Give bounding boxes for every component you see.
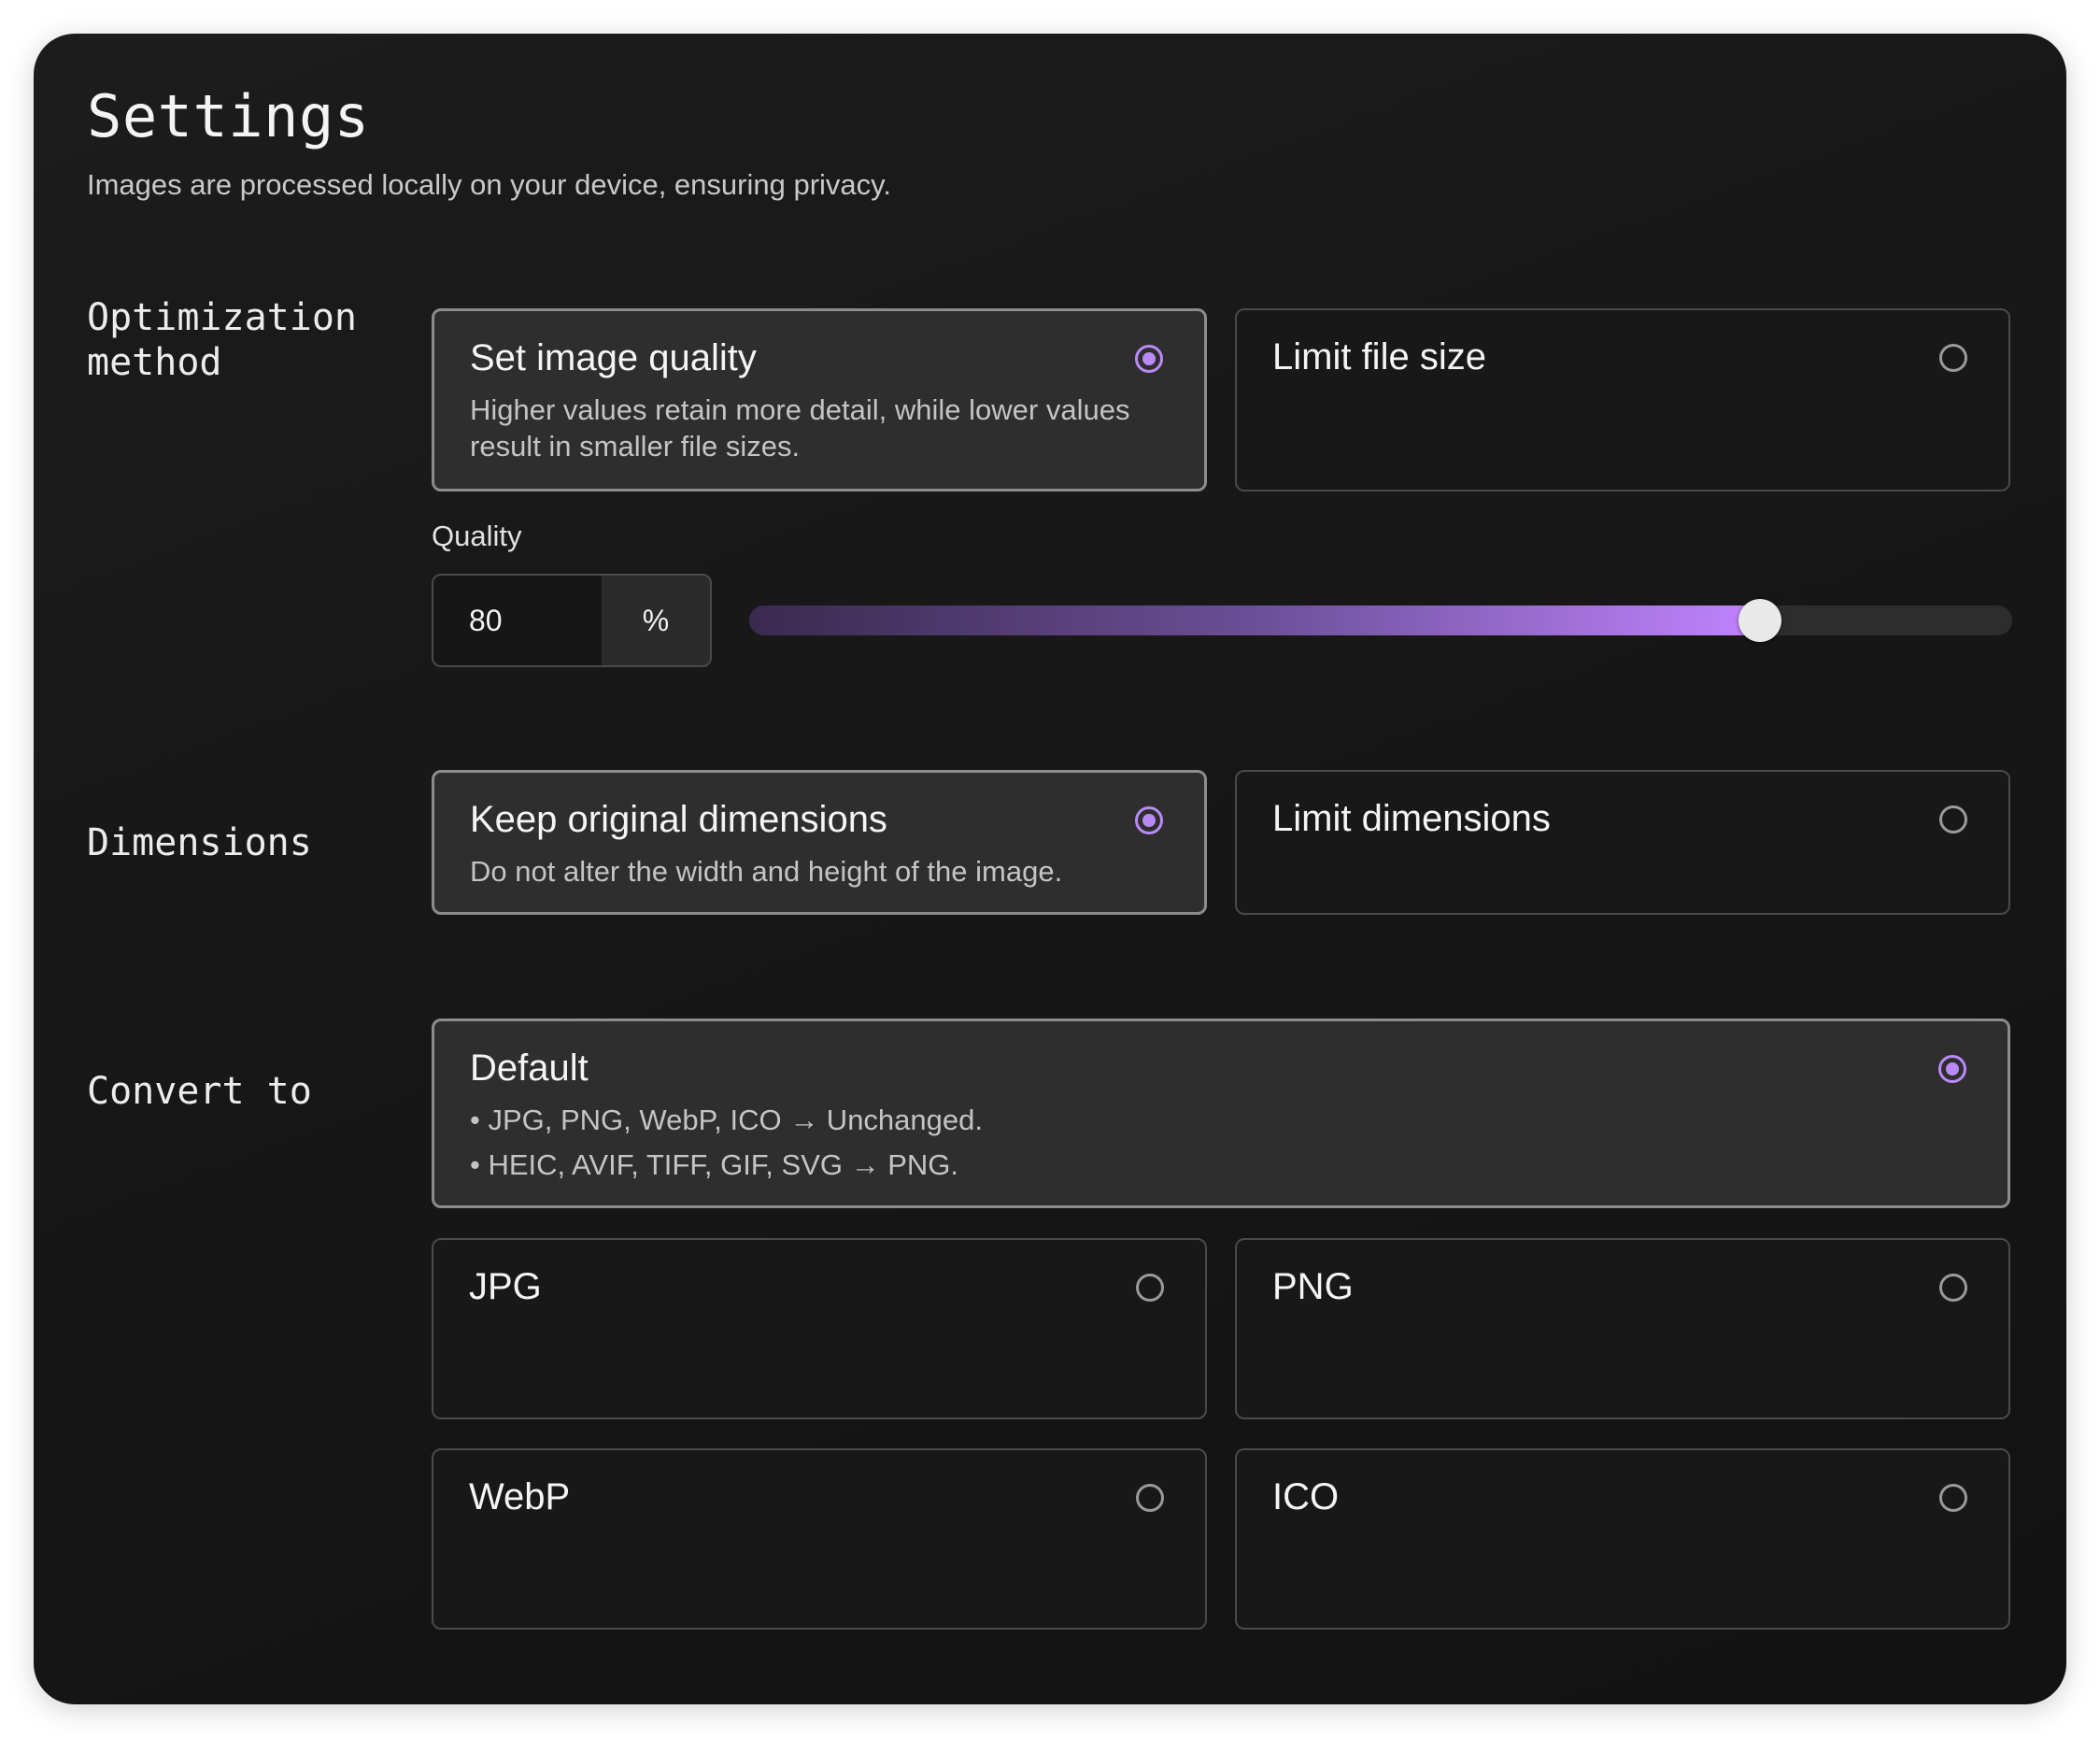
option-title: Limit file size [1272, 336, 1486, 378]
quality-slider-thumb[interactable] [1738, 599, 1781, 642]
convert-to-label: Convert to [87, 1070, 312, 1113]
optimization-label-line2: method [87, 341, 222, 384]
option-limit-dimensions[interactable]: Limit dimensions [1235, 770, 2010, 915]
option-convert-webp[interactable]: WebP [432, 1448, 1207, 1630]
option-title: Limit dimensions [1272, 798, 1551, 839]
option-title: Set image quality [470, 337, 757, 378]
radio-unselected-icon[interactable] [1136, 1484, 1164, 1512]
quality-field: % [432, 574, 712, 667]
optimization-method-label: Optimization method [87, 295, 357, 385]
radio-unselected-icon[interactable] [1136, 1274, 1164, 1302]
quality-unit: % [602, 576, 710, 665]
radio-unselected-icon[interactable] [1939, 805, 1967, 833]
radio-unselected-icon[interactable] [1939, 1484, 1967, 1512]
optimization-label-line1: Optimization [87, 296, 357, 339]
quality-slider[interactable] [749, 599, 2012, 642]
default-rule-line-2: • HEIC, AVIF, TIFF, GIF, SVG → PNG. [470, 1148, 959, 1181]
option-title: WebP [469, 1476, 571, 1517]
radio-unselected-icon[interactable] [1939, 1274, 1967, 1302]
radio-selected-icon[interactable] [1135, 345, 1163, 373]
settings-panel: Settings Images are processed locally on… [34, 34, 2066, 1704]
option-title: ICO [1272, 1476, 1340, 1517]
option-limit-file-size[interactable]: Limit file size [1235, 308, 2010, 491]
radio-selected-icon[interactable] [1938, 1055, 1966, 1083]
option-title: JPG [469, 1266, 542, 1307]
page-subtitle: Images are processed locally on your dev… [87, 168, 891, 201]
page-title: Settings [87, 82, 370, 150]
option-set-image-quality[interactable]: Set image quality Higher values retain m… [432, 308, 1207, 491]
option-keep-original-dimensions[interactable]: Keep original dimensions Do not alter th… [432, 770, 1207, 915]
option-description: Higher values retain more detail, while … [470, 393, 1130, 463]
option-convert-png[interactable]: PNG [1235, 1238, 2010, 1419]
option-description: Do not alter the width and height of the… [470, 855, 1063, 888]
quality-slider-fill [749, 605, 1766, 635]
dimensions-label: Dimensions [87, 821, 312, 864]
option-description: • JPG, PNG, WebP, ICO → Unchanged. • HEI… [470, 1102, 1974, 1191]
option-title: Default [470, 1047, 589, 1089]
option-title: PNG [1272, 1266, 1354, 1307]
option-convert-jpg[interactable]: JPG [432, 1238, 1207, 1419]
option-convert-ico[interactable]: ICO [1235, 1448, 2010, 1630]
radio-unselected-icon[interactable] [1939, 344, 1967, 372]
radio-selected-icon[interactable] [1135, 806, 1163, 834]
option-title: Keep original dimensions [470, 799, 887, 840]
option-convert-default[interactable]: Default • JPG, PNG, WebP, ICO → Unchange… [432, 1019, 2010, 1208]
quality-label: Quality [432, 520, 522, 552]
quality-input[interactable] [433, 576, 602, 665]
default-rule-line-1: • JPG, PNG, WebP, ICO → Unchanged. [470, 1104, 983, 1136]
